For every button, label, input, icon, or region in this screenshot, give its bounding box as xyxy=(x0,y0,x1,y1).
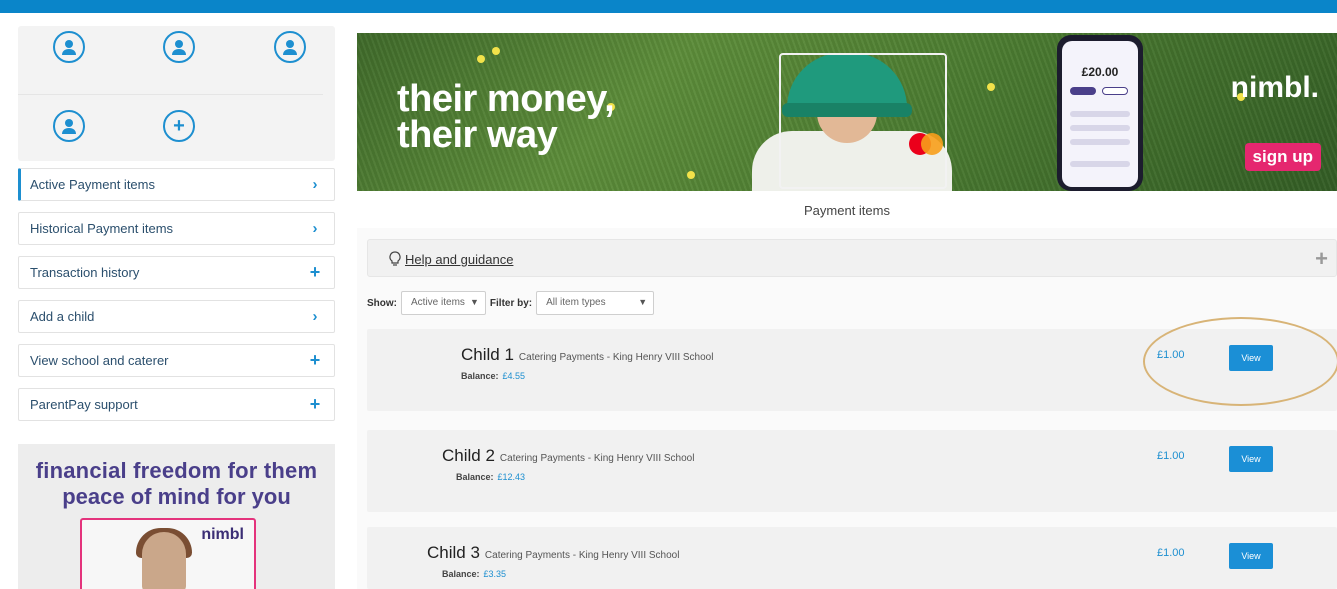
promo-line-2: peace of mind for you xyxy=(62,484,291,509)
promo-line-1: financial freedom for them xyxy=(35,458,318,483)
person-icon xyxy=(62,119,76,134)
balance: Balance: £12.43 xyxy=(456,472,525,482)
banner-headline: their money, their way xyxy=(397,78,615,156)
payment-item-description: Catering Payments - King Henry VIII Scho… xyxy=(499,453,695,464)
balance-label: Balance: xyxy=(456,472,494,482)
payment-item-title: Child 2 Catering Payments - King Henry VI… xyxy=(442,446,694,466)
photo-frame xyxy=(779,53,947,189)
plus-icon: + xyxy=(309,350,321,370)
page-title: Payment items xyxy=(804,203,890,218)
view-button[interactable]: View xyxy=(1229,543,1273,569)
sidebar-item-label: Transaction history xyxy=(30,265,140,280)
phone-screen: £20.00 xyxy=(1062,41,1138,187)
sidebar-item-label: Add a child xyxy=(30,309,95,324)
flower-decoration xyxy=(987,83,995,91)
filters-bar: Show: Active items ▼ Filter by: All item… xyxy=(367,290,658,316)
nimbl-advert-banner[interactable]: their money, their way £20.00 nimbl. sig… xyxy=(357,33,1337,191)
mastercard-icon xyxy=(921,133,943,155)
child-avatar-3[interactable] xyxy=(274,31,306,63)
person-icon xyxy=(172,40,186,55)
payment-item-row: Child 3 Catering Payments - King Henry VI… xyxy=(367,527,1337,589)
lightbulb-icon xyxy=(389,251,401,266)
top-bar xyxy=(0,0,1337,13)
balance-label: Balance: xyxy=(442,569,480,579)
item-price: £1.00 xyxy=(1157,547,1185,559)
chevron-right-icon: › xyxy=(312,176,318,193)
child-name: Child 2 xyxy=(442,446,495,465)
payment-item-title: Child 3 Catering Payments - King Henry VI… xyxy=(427,543,679,563)
expand-plus-icon[interactable]: + xyxy=(1315,246,1328,272)
child-avatar-1[interactable] xyxy=(53,31,85,63)
sidebar-menu: Active Payment items › Historical Paymen… xyxy=(18,168,335,421)
person-icon xyxy=(62,40,76,55)
divider xyxy=(18,94,323,95)
filter-by-select[interactable]: All item types ▼ xyxy=(536,291,655,315)
phone-row xyxy=(1070,139,1130,145)
payment-item-description: Catering Payments - King Henry VIII Scho… xyxy=(518,352,714,363)
plus-icon: + xyxy=(309,394,321,414)
balance-value: £3.35 xyxy=(483,569,507,579)
sign-up-button[interactable]: sign up xyxy=(1244,143,1321,171)
phone-row xyxy=(1070,111,1130,117)
phone-button xyxy=(1102,87,1128,95)
add-child-icon[interactable]: + xyxy=(163,110,195,142)
sidebar-item-view-school-and-caterer[interactable]: View school and caterer + xyxy=(18,344,335,377)
show-select[interactable]: Active items ▼ xyxy=(401,291,486,315)
plus-icon: + xyxy=(309,262,321,282)
chevron-down-icon: ▼ xyxy=(638,297,648,307)
phone-button xyxy=(1070,87,1096,95)
child-avatar-4[interactable] xyxy=(53,110,85,142)
flower-decoration xyxy=(477,55,485,63)
nimbl-promo-banner[interactable]: financial freedom for them peace of mind… xyxy=(18,444,335,589)
banner-headline-line-1: their money, xyxy=(397,78,615,120)
sidebar-item-label: Historical Payment items xyxy=(30,221,174,236)
help-and-guidance-accordion[interactable]: Help and guidance + xyxy=(367,239,1337,277)
phone-amount: £20.00 xyxy=(1081,65,1119,79)
banner-headline-line-2: their way xyxy=(397,114,558,156)
item-price: £1.00 xyxy=(1157,450,1185,462)
chevron-right-icon: › xyxy=(312,308,318,325)
chevron-down-icon: ▼ xyxy=(469,297,479,307)
person-image xyxy=(142,532,186,589)
balance-value: £12.43 xyxy=(497,472,526,482)
sidebar-item-label: View school and caterer xyxy=(30,353,169,368)
sidebar: + Active Payment items › Historical Paym… xyxy=(18,26,335,589)
view-button[interactable]: View xyxy=(1229,446,1273,472)
filter-by-select-value: All item types xyxy=(546,297,606,308)
sidebar-item-historical-payment-items[interactable]: Historical Payment items › xyxy=(18,212,335,245)
phone-row xyxy=(1070,125,1130,131)
child-name: Child 3 xyxy=(427,543,480,562)
balance: Balance: £3.35 xyxy=(442,569,506,579)
flower-decoration xyxy=(492,47,500,55)
help-and-guidance-link[interactable]: Help and guidance xyxy=(405,252,513,267)
phone-row xyxy=(1070,161,1130,167)
payment-item-title: Child 1 Catering Payments - King Henry VI… xyxy=(461,345,713,365)
child-name: Child 1 xyxy=(461,345,514,364)
filter-by-label: Filter by: xyxy=(489,297,533,309)
nimbl-logo: nimbl xyxy=(201,526,244,543)
promo-card: nimbl xyxy=(80,518,256,589)
person-icon xyxy=(283,40,297,55)
sidebar-item-label: Active Payment items xyxy=(30,177,155,192)
balance-value: £4.55 xyxy=(502,371,526,381)
balance-label: Balance: xyxy=(461,371,499,381)
children-switcher: + xyxy=(18,26,335,161)
balance: Balance: £4.55 xyxy=(461,371,525,381)
payment-item-row: Child 2 Catering Payments - King Henry VI… xyxy=(367,430,1337,512)
payment-item-description: Catering Payments - King Henry VIII Scho… xyxy=(484,550,680,561)
child-avatar-2[interactable] xyxy=(163,31,195,63)
show-label: Show: xyxy=(367,297,397,309)
nimbl-logo: nimbl. xyxy=(1230,71,1319,104)
show-select-value: Active items xyxy=(411,297,465,308)
sidebar-item-add-a-child[interactable]: Add a child › xyxy=(18,300,335,333)
highlight-circle-annotation xyxy=(1143,317,1337,406)
sidebar-item-transaction-history[interactable]: Transaction history + xyxy=(18,256,335,289)
sidebar-item-active-payment-items[interactable]: Active Payment items › xyxy=(18,168,335,201)
sidebar-item-label: ParentPay support xyxy=(30,397,138,412)
flower-decoration xyxy=(687,171,695,179)
sidebar-item-parentpay-support[interactable]: ParentPay support + xyxy=(18,388,335,421)
chevron-right-icon: › xyxy=(312,220,318,237)
